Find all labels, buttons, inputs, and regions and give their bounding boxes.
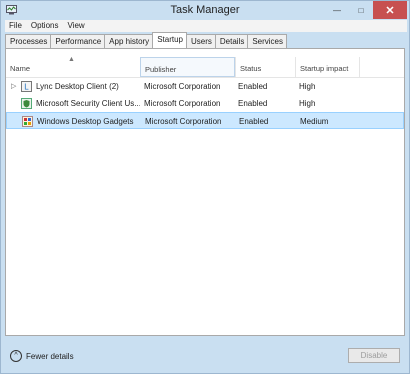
row-name: Microsoft Security Client Us...: [36, 99, 140, 108]
tab-startup[interactable]: Startup: [152, 32, 187, 48]
tab-strip: Processes Performance App history Startu…: [5, 32, 288, 48]
close-button[interactable]: ✕: [373, 1, 407, 19]
maximize-icon: □: [358, 5, 364, 15]
minimize-icon: —: [333, 5, 341, 15]
row-status: Enabled: [238, 99, 268, 108]
menu-options[interactable]: Options: [27, 20, 64, 32]
row-publisher: Microsoft Corporation: [144, 82, 221, 91]
close-icon: ✕: [385, 4, 395, 17]
title-bar[interactable]: Task Manager — □ ✕: [1, 1, 409, 20]
column-status[interactable]: Status: [235, 57, 295, 77]
tab-app-history[interactable]: App history: [104, 34, 154, 48]
gadgets-icon: [22, 116, 33, 127]
menu-view[interactable]: View: [63, 20, 89, 32]
startup-list: ▷ L Lync Desktop Client (2) Microsoft Co…: [6, 78, 404, 129]
column-status-label: Status: [240, 64, 262, 73]
tab-details[interactable]: Details: [214, 34, 249, 48]
row-publisher: Microsoft Corporation: [144, 99, 221, 108]
table-row[interactable]: ▷ L Lync Desktop Client (2) Microsoft Co…: [6, 78, 404, 95]
row-name: Windows Desktop Gadgets: [37, 117, 134, 126]
footer-bar: ^ Fewer details Disable: [1, 337, 409, 373]
svg-text:L: L: [24, 83, 29, 92]
fewer-details-label: Fewer details: [26, 351, 74, 361]
row-status: Enabled: [238, 82, 268, 91]
maximize-button[interactable]: □: [349, 1, 373, 19]
column-startup-impact[interactable]: Startup impact: [295, 57, 360, 77]
tab-services[interactable]: Services: [247, 34, 288, 48]
tab-performance[interactable]: Performance: [50, 34, 106, 48]
row-name: Lync Desktop Client (2): [36, 82, 119, 91]
column-publisher-label: Publisher: [145, 65, 177, 74]
expand-chevron-icon[interactable]: ▷: [11, 78, 16, 95]
tab-processes[interactable]: Processes: [5, 34, 52, 48]
shield-icon: [21, 98, 32, 109]
row-publisher: Microsoft Corporation: [145, 117, 222, 126]
lync-icon: L: [21, 81, 32, 92]
row-status: Enabled: [239, 117, 269, 126]
menu-file[interactable]: File: [5, 20, 27, 32]
row-impact: High: [299, 82, 316, 91]
startup-panel: ▲ Name Publisher Status Startup impact ▷…: [5, 48, 405, 336]
column-name-label: Name: [10, 64, 31, 73]
column-publisher[interactable]: Publisher: [140, 57, 235, 77]
column-header: ▲ Name Publisher Status Startup impact: [6, 56, 404, 78]
tab-users[interactable]: Users: [185, 34, 216, 48]
task-manager-window: Task Manager — □ ✕ File Options View Pro…: [0, 0, 410, 374]
disable-button[interactable]: Disable: [348, 348, 400, 363]
column-startup-impact-label: Startup impact: [300, 64, 349, 73]
table-row[interactable]: Microsoft Security Client Us... Microsof…: [6, 95, 404, 112]
column-name[interactable]: ▲ Name: [6, 56, 140, 77]
sort-ascending-icon: ▲: [68, 56, 75, 63]
row-impact: Medium: [300, 117, 329, 126]
minimize-button[interactable]: —: [325, 1, 349, 19]
fewer-details-button[interactable]: ^ Fewer details: [10, 350, 74, 362]
chevron-up-icon: ^: [10, 350, 22, 362]
table-row-selected[interactable]: Windows Desktop Gadgets Microsoft Corpor…: [6, 112, 404, 129]
row-impact: High: [299, 99, 316, 108]
menu-bar: File Options View: [5, 20, 407, 32]
